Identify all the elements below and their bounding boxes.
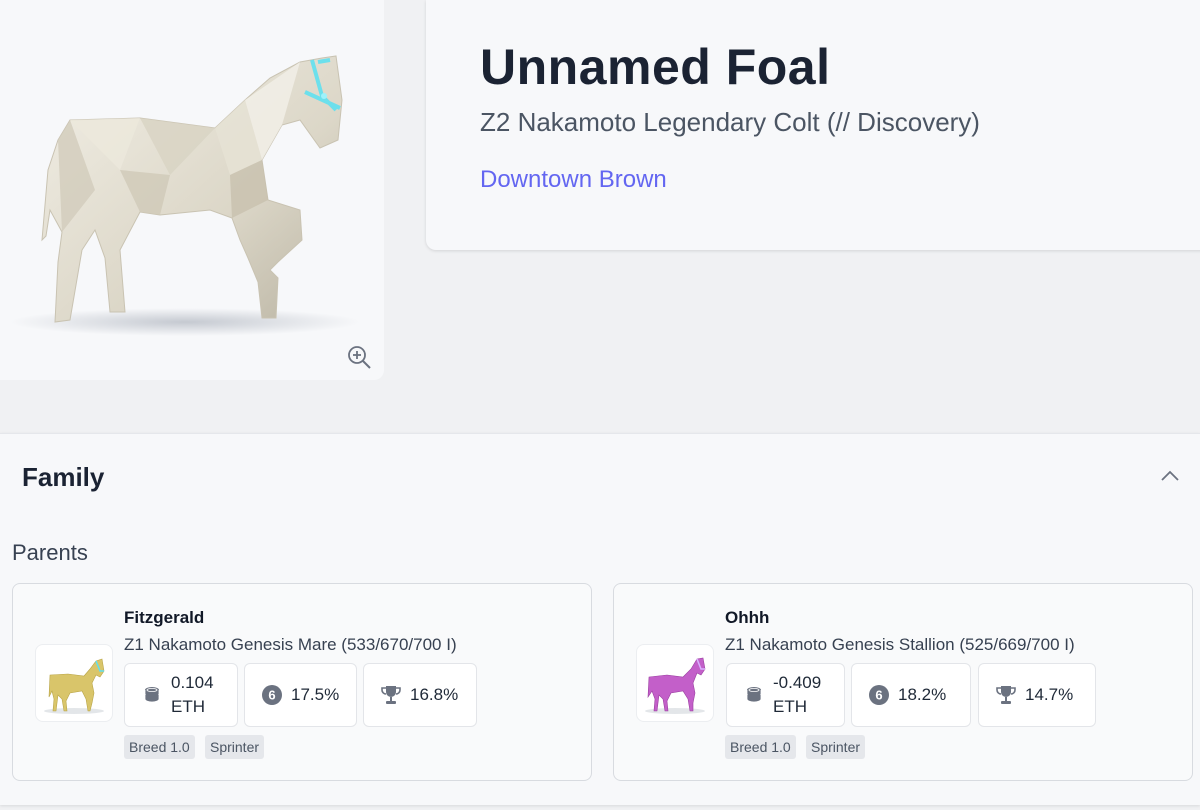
distance-tag: Sprinter <box>806 735 866 759</box>
win-rate-stat: 6 17.5% <box>244 663 357 727</box>
place-rate-stat: 14.7% <box>978 663 1096 727</box>
parent-thumbnail[interactable] <box>636 644 714 722</box>
win-rate-value: 17.5% <box>291 685 340 704</box>
family-title: Family <box>22 462 105 492</box>
win-rate-stat: 6 18.2% <box>851 663 971 727</box>
horse-thumbnail-image <box>645 657 706 714</box>
distance-tag: Sprinter <box>205 735 265 759</box>
parent-description: Z1 Nakamoto Genesis Mare (533/670/700 I) <box>124 635 457 654</box>
place-rate-stat: 16.8% <box>363 663 477 727</box>
earnings-value: 0.104 <box>171 673 214 692</box>
parent-name[interactable]: Ohhh <box>725 608 769 628</box>
parent-thumbnail[interactable] <box>35 644 113 722</box>
horse-image-card <box>0 0 384 380</box>
parent-name[interactable]: Fitzgerald <box>124 608 204 628</box>
place-rate-value: 16.8% <box>410 685 459 704</box>
svg-text:6: 6 <box>268 688 275 703</box>
trophy-icon <box>381 686 401 704</box>
number-six-badge-icon: 6 <box>262 685 282 705</box>
coins-icon <box>144 687 160 703</box>
parent-card-fitzgerald[interactable]: Fitzgerald Z1 Nakamoto Genesis Mare (533… <box>12 583 592 781</box>
earnings-stat: 0.104 ETH <box>124 663 238 727</box>
earnings-unit: ETH <box>773 697 807 716</box>
owner-link[interactable]: Downtown Brown <box>480 166 667 194</box>
horse-image <box>10 55 360 336</box>
horse-subtitle: Z2 Nakamoto Legendary Colt (// Discovery… <box>480 107 980 137</box>
parents-label: Parents <box>12 540 88 565</box>
number-six-badge-icon: 6 <box>869 685 889 705</box>
parent-card-ohhh[interactable]: Ohhh Z1 Nakamoto Genesis Stallion (525/6… <box>613 583 1193 781</box>
earnings-value: -0.409 <box>773 673 822 692</box>
parent-description: Z1 Nakamoto Genesis Stallion (525/669/70… <box>725 635 1075 654</box>
zoom-in-icon[interactable] <box>346 344 372 370</box>
earnings-stat: -0.409 ETH <box>726 663 845 727</box>
horse-name: Unnamed Foal <box>480 39 831 95</box>
chevron-up-icon[interactable] <box>1156 462 1184 490</box>
breed-tag: Breed 1.0 <box>725 735 796 759</box>
win-rate-value: 18.2% <box>898 685 947 704</box>
svg-text:6: 6 <box>875 688 882 703</box>
earnings-unit: ETH <box>171 697 205 716</box>
place-rate-value: 14.7% <box>1025 685 1074 704</box>
horse-info-card: Unnamed Foal Z2 Nakamoto Legendary Colt … <box>426 0 1200 250</box>
horse-thumbnail-image <box>44 658 105 714</box>
trophy-icon <box>996 686 1016 704</box>
breed-tag: Breed 1.0 <box>124 735 195 759</box>
family-section: Family Parents Fitzgerald Z1 Nakamoto Ge… <box>0 433 1200 805</box>
coins-icon <box>746 687 762 703</box>
